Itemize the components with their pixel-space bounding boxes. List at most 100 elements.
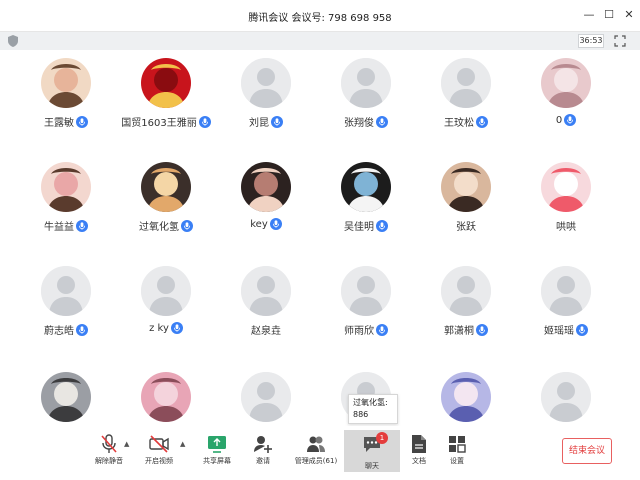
members-icon <box>307 436 325 452</box>
participant-tile[interactable]: 赵泉垚 <box>216 260 316 364</box>
video-options-chevron-icon[interactable]: ▲ <box>180 440 188 448</box>
avatar <box>141 162 191 212</box>
participant-tile[interactable]: 郭潇桐 <box>416 260 516 364</box>
participant-tile[interactable]: 蔚志皓 <box>16 260 116 364</box>
settings-button[interactable]: 设置 <box>434 432 480 474</box>
participant-tile[interactable]: 过氧化氢 <box>116 156 216 260</box>
participant-tile[interactable]: 牛益益 <box>16 156 116 260</box>
avatar <box>441 162 491 212</box>
default-avatar-icon <box>541 372 591 422</box>
participant-name: 哄哄 <box>556 222 576 233</box>
mute-button[interactable]: 解除静音 <box>86 432 132 474</box>
participant-name: 王露敏 <box>44 118 74 129</box>
participant-tile[interactable]: 师雨欣 <box>316 260 416 364</box>
participant-name: 姬瑶瑶 <box>544 326 574 337</box>
participant-tile[interactable]: 哄哄 <box>516 156 616 260</box>
mic-active-icon <box>376 323 388 336</box>
participant-name: 张跃 <box>456 222 476 233</box>
default-avatar-icon <box>341 266 391 316</box>
avatar <box>541 58 591 108</box>
default-avatar-icon <box>341 58 391 108</box>
maximize-icon[interactable]: ☐ <box>602 8 616 22</box>
chat-preview-tooltip[interactable]: 过氧化氢: 886 <box>348 394 398 424</box>
participant-name-row: 王玟松 <box>416 114 516 129</box>
participant-tile[interactable]: 国贸1603王雅丽 <box>116 52 216 156</box>
participant-name-row: 张跃 <box>416 218 516 233</box>
participant-tile[interactable]: 王露敏 <box>16 52 116 156</box>
window-title: 腾讯会议 会议号: 798 698 958 <box>248 13 392 24</box>
participant-name-row: 刘昆 <box>216 114 316 129</box>
participant-tile[interactable]: 张跃 <box>416 156 516 260</box>
minimize-icon[interactable]: — <box>582 8 596 22</box>
close-icon[interactable]: ✕ <box>622 8 636 22</box>
mic-active-icon <box>271 115 283 128</box>
default-avatar-icon <box>41 266 91 316</box>
participant-name-row: 张翔俊 <box>316 114 416 129</box>
mic-active-icon <box>476 323 488 336</box>
manage-members-button[interactable]: 管理成员(61) <box>290 432 342 474</box>
avatar <box>41 162 91 212</box>
video-button[interactable]: 开启视频 <box>136 432 182 474</box>
fullscreen-icon[interactable] <box>614 35 626 47</box>
share-screen-icon <box>208 436 226 453</box>
mic-muted-icon <box>101 434 117 453</box>
mic-active-icon <box>376 219 388 232</box>
participant-name: z ky <box>149 322 169 334</box>
meeting-timer: 36:53 <box>578 34 604 48</box>
mute-options-chevron-icon[interactable]: ▲ <box>124 440 132 448</box>
shield-icon[interactable] <box>8 35 18 47</box>
participant-name: 师雨欣 <box>344 326 374 337</box>
share-screen-button[interactable]: 共享屏幕 <box>194 432 240 474</box>
invite-label: 邀请 <box>256 457 270 465</box>
video-off-icon <box>149 435 169 453</box>
chat-unread-badge: 1 <box>376 432 388 444</box>
participant-name-row: 0 <box>516 114 616 126</box>
participant-name-row: 姬瑶瑶 <box>516 322 616 337</box>
participant-tile[interactable]: 姬瑶瑶 <box>516 260 616 364</box>
avatar <box>241 162 291 212</box>
participant-tile[interactable]: key <box>216 156 316 260</box>
participant-name-row: 王露敏 <box>16 114 116 129</box>
tooltip-sender: 过氧化氢: <box>353 398 388 407</box>
participant-name: 0 <box>555 114 563 126</box>
mic-active-icon <box>181 219 193 232</box>
invite-button[interactable]: 邀请 <box>240 432 286 474</box>
avatar <box>141 372 191 422</box>
participant-name-row: 牛益益 <box>16 218 116 233</box>
avatar <box>441 372 491 422</box>
settings-label: 设置 <box>450 457 464 465</box>
participant-name: 赵泉垚 <box>251 326 281 337</box>
participant-tile[interactable]: 张翔俊 <box>316 52 416 156</box>
tooltip-message: 886 <box>353 410 369 419</box>
avatar <box>41 58 91 108</box>
chat-button[interactable]: 聊天 <box>344 430 400 472</box>
mic-active-icon <box>76 323 88 336</box>
meeting-info-bar: 36:53 <box>0 32 640 50</box>
default-avatar-icon <box>441 58 491 108</box>
mic-active-icon <box>170 322 183 334</box>
participant-name-row: 赵泉垚 <box>216 322 316 337</box>
participant-name-row: 郭潇桐 <box>416 322 516 337</box>
default-avatar-icon <box>441 266 491 316</box>
mic-active-icon <box>476 115 488 128</box>
end-meeting-button[interactable]: 结束会议 <box>562 438 612 464</box>
participant-tile[interactable]: 刘昆 <box>216 52 316 156</box>
participant-name-row: 哄哄 <box>516 218 616 233</box>
participant-tile[interactable]: 0 <box>516 52 616 156</box>
avatar <box>141 58 191 108</box>
participant-tile[interactable]: 吴佳明 <box>316 156 416 260</box>
avatar <box>341 162 391 212</box>
participant-tile[interactable]: 王玟松 <box>416 52 516 156</box>
mic-active-icon <box>198 115 211 128</box>
participant-name: 牛益益 <box>44 222 74 233</box>
avatar <box>541 162 591 212</box>
meeting-window: 腾讯会议 会议号: 798 698 958 — ☐ ✕ 36:53 王露敏 国贸1… <box>0 0 640 480</box>
mute-label: 解除静音 <box>95 457 123 465</box>
participant-tile[interactable]: z ky <box>116 260 216 364</box>
participant-name-row: key <box>216 218 316 230</box>
chat-label: 聊天 <box>365 462 379 470</box>
mic-active-icon <box>76 219 88 232</box>
title-bar: 腾讯会议 会议号: 798 698 958 — ☐ ✕ <box>0 0 640 32</box>
avatar <box>41 372 91 422</box>
participant-name: 郭潇桐 <box>444 326 474 337</box>
